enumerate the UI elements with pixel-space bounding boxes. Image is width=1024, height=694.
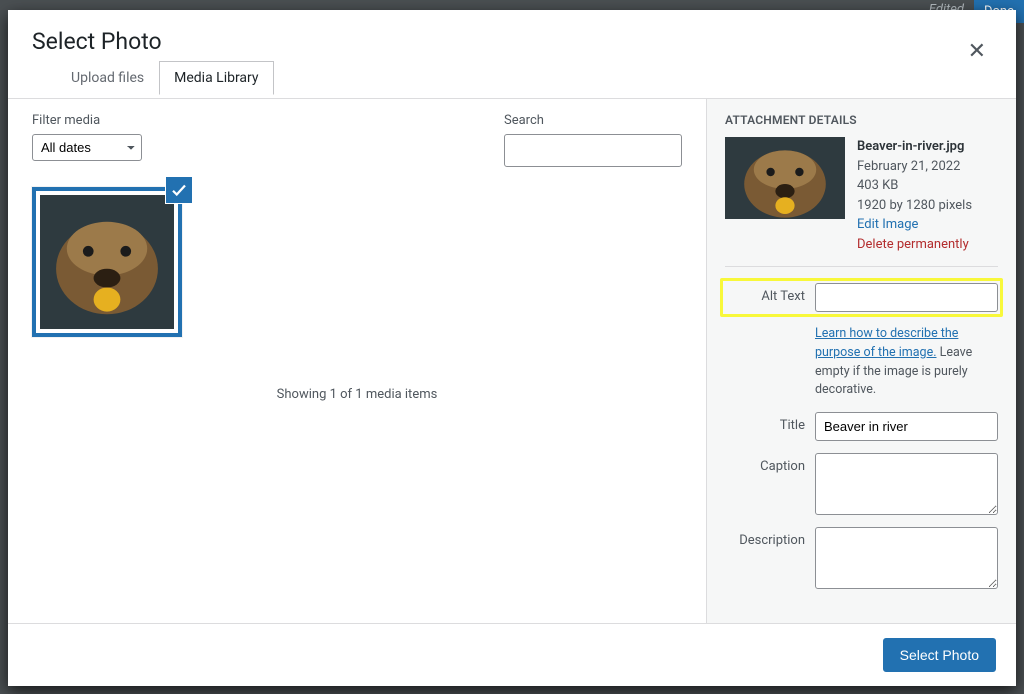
modal-body: Filter media All dates Search bbox=[8, 99, 1016, 623]
beaver-detail-icon bbox=[725, 137, 845, 219]
alt-text-input[interactable] bbox=[815, 283, 998, 312]
description-label: Description bbox=[725, 527, 805, 548]
attachment-details-heading: ATTACHMENT DETAILS bbox=[725, 113, 998, 127]
search-group: Search bbox=[504, 113, 682, 167]
modal-title: Select Photo bbox=[32, 28, 992, 55]
tabs: Upload files Media Library bbox=[32, 61, 992, 95]
sidebar-divider bbox=[725, 266, 998, 267]
media-modal: ✕ Select Photo Upload files Media Librar… bbox=[8, 10, 1016, 686]
selected-check-badge[interactable] bbox=[166, 177, 192, 203]
select-photo-button[interactable]: Select Photo bbox=[883, 638, 996, 672]
tab-media-library[interactable]: Media Library bbox=[159, 61, 273, 95]
tab-upload-files[interactable]: Upload files bbox=[56, 61, 159, 95]
search-label: Search bbox=[504, 113, 682, 128]
attachment-date: February 21, 2022 bbox=[857, 157, 972, 177]
thumbnail-item-selected[interactable] bbox=[32, 187, 182, 337]
description-textarea[interactable] bbox=[815, 527, 998, 589]
delete-permanently-link[interactable]: Delete permanently bbox=[857, 237, 969, 252]
attachment-dimensions: 1920 by 1280 pixels bbox=[857, 196, 972, 216]
close-icon: ✕ bbox=[968, 38, 986, 63]
title-input[interactable] bbox=[815, 412, 998, 441]
caption-label: Caption bbox=[725, 453, 805, 474]
caption-textarea[interactable] bbox=[815, 453, 998, 515]
alt-text-label: Alt Text bbox=[725, 283, 805, 304]
caption-field: Caption bbox=[725, 453, 998, 515]
filter-date-select[interactable]: All dates bbox=[32, 134, 142, 161]
library-toolbar: Filter media All dates Search bbox=[32, 113, 682, 167]
description-field: Description bbox=[725, 527, 998, 589]
search-input[interactable] bbox=[504, 134, 682, 167]
title-label: Title bbox=[725, 412, 805, 433]
thumbnail-grid bbox=[32, 187, 682, 337]
edit-image-link[interactable]: Edit Image bbox=[857, 217, 918, 232]
beaver-thumbnail-icon bbox=[40, 195, 174, 329]
close-button[interactable]: ✕ bbox=[960, 34, 994, 68]
items-status-text: Showing 1 of 1 media items bbox=[32, 387, 682, 402]
alt-text-help: Learn how to describe the purpose of the… bbox=[815, 325, 998, 400]
alt-text-highlight-box: Alt Text bbox=[720, 278, 1003, 317]
attachment-thumbnail bbox=[725, 137, 845, 219]
attachment-filename: Beaver-in-river.jpg bbox=[857, 137, 972, 157]
attachment-filesize: 403 KB bbox=[857, 176, 972, 196]
attachment-details-panel: ATTACHMENT DETAILS Beaver-in-river.jpg bbox=[706, 99, 1016, 623]
library-panel: Filter media All dates Search bbox=[8, 99, 706, 623]
modal-footer: Select Photo bbox=[8, 623, 1016, 686]
modal-header: Select Photo Upload files Media Library bbox=[8, 10, 1016, 99]
title-field: Title bbox=[725, 412, 998, 441]
check-icon bbox=[170, 181, 188, 199]
filter-label: Filter media bbox=[32, 113, 142, 128]
filter-group: Filter media All dates bbox=[32, 113, 142, 161]
thumbnail-image bbox=[40, 195, 174, 329]
attachment-actions: Edit Image Delete permanently bbox=[857, 215, 972, 254]
attachment-summary: Beaver-in-river.jpg February 21, 2022 40… bbox=[725, 137, 998, 254]
attachment-info: Beaver-in-river.jpg February 21, 2022 40… bbox=[857, 137, 972, 254]
